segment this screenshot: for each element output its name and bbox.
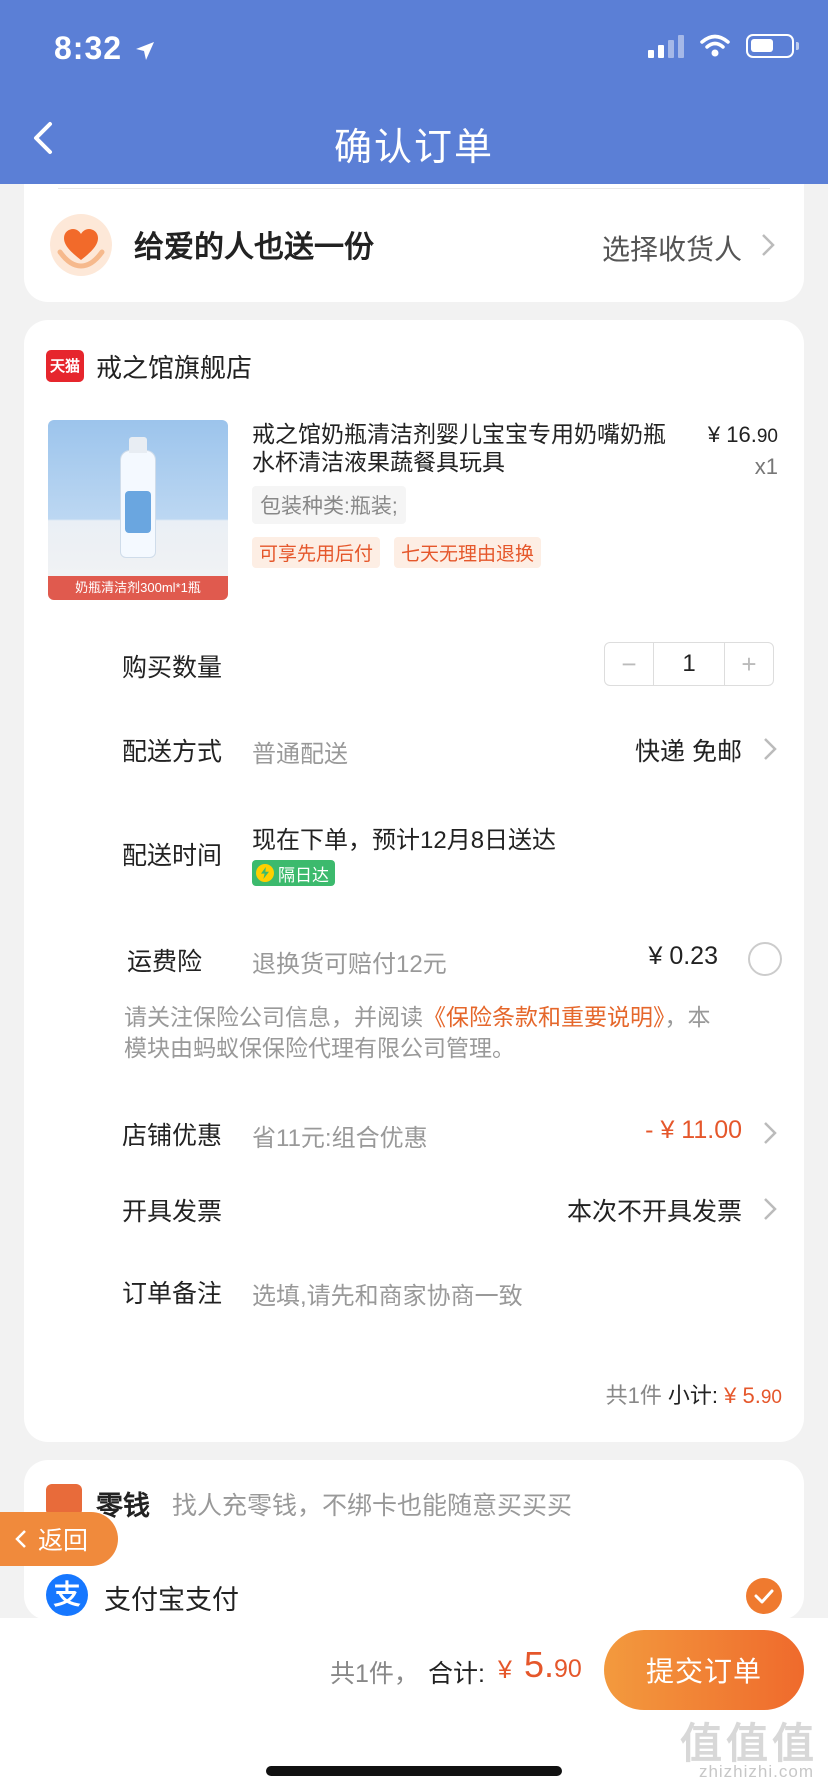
shipping-option[interactable]: 快递 免邮	[635, 732, 742, 768]
floating-back-label: 返回	[38, 1527, 89, 1555]
discount-amount[interactable]: - ¥ 11.00	[645, 1116, 742, 1145]
gift-text: 给爱的人也送一份	[134, 231, 374, 264]
next-day-text: 隔日达	[278, 865, 329, 885]
discount-label: 店铺优惠	[122, 1122, 223, 1150]
chevron-right-icon	[764, 1198, 777, 1220]
chevron-right-icon	[764, 738, 777, 760]
total-amount: 5.90	[524, 1644, 582, 1685]
tmall-logo-icon: 天猫	[46, 350, 84, 382]
subtotal-count: 共1件	[605, 1383, 662, 1408]
heart-hands-icon	[50, 214, 112, 276]
insurance-radio[interactable]	[748, 942, 782, 976]
floating-back-button[interactable]: 返回	[0, 1512, 118, 1566]
select-recipient-link[interactable]: 选择收货人	[602, 228, 742, 268]
submit-order-button[interactable]: 提交订单	[604, 1630, 804, 1710]
chevron-left-icon	[15, 1530, 26, 1548]
check-icon[interactable]	[746, 1578, 782, 1614]
insurance-terms-link[interactable]: 《保险条款和重要说明》	[423, 1004, 665, 1030]
alipay-icon: 支	[46, 1574, 88, 1616]
total-currency: ¥	[498, 1656, 512, 1684]
delivery-time-label: 配送时间	[122, 842, 223, 870]
status-icons	[648, 34, 799, 58]
chevron-right-icon	[762, 234, 775, 256]
alipay-option[interactable]: 支付宝支付	[104, 1578, 239, 1617]
watermark-url: zhizhizhi.com	[698, 1762, 814, 1781]
discount-value: 省11元:组合优惠	[252, 1125, 428, 1152]
page-title: 确认订单	[333, 127, 494, 169]
total-label: 合计:	[428, 1660, 485, 1688]
decrement-button[interactable]: −	[605, 643, 653, 685]
insurance-label: 运费险	[126, 948, 202, 976]
delivery-time-value: 现在下单，预计12月8日送达	[252, 827, 557, 854]
product-image-caption: 奶瓶清洁剂300ml*1瓶	[48, 576, 228, 600]
subtotal: 共1件 小计: ¥ 5.90	[606, 1378, 782, 1410]
insurance-value: 退换货可赔付12元	[252, 951, 447, 978]
shop-name[interactable]: 戒之馆旗舰店	[96, 348, 252, 385]
quantity-label: 购买数量	[122, 654, 223, 682]
invoice-option[interactable]: 本次不开具发票	[567, 1192, 742, 1228]
gift-card[interactable]: 给爱的人也送一份 选择收货人	[24, 184, 804, 302]
invoice-label: 开具发票	[122, 1198, 223, 1226]
quantity-value[interactable]: 1	[653, 643, 725, 685]
next-day-badge: 隔日达	[252, 860, 335, 886]
product-spec: 包装种类:瓶装;	[252, 486, 406, 524]
product-quantity: x1	[754, 454, 778, 479]
subtotal-label: 小计:	[667, 1383, 719, 1408]
remark-label: 订单备注	[122, 1280, 223, 1308]
shipping-value: 普通配送	[252, 741, 348, 768]
quantity-stepper: − 1 +	[604, 642, 774, 686]
chevron-right-icon	[764, 1122, 777, 1144]
divider	[58, 188, 770, 189]
remark-input[interactable]: 选填,请先和商家协商一致	[252, 1276, 523, 1311]
tag-pay-later: 可享先用后付	[252, 537, 381, 568]
notice-text: 请关注保险公司信息，并阅读	[124, 1004, 423, 1030]
subtotal-amount: ¥ 5.90	[724, 1383, 782, 1408]
home-indicator	[266, 1766, 562, 1776]
status-time: 8:32	[54, 30, 156, 67]
cellular-signal-icon	[648, 34, 684, 58]
insurance-notice: 请关注保险公司信息，并阅读《保险条款和重要说明》，本模块由蚂蚁保保险代理有限公司…	[124, 1002, 724, 1064]
increment-button[interactable]: +	[725, 643, 773, 685]
tag-seven-day-return: 七天无理由退换	[394, 537, 542, 568]
order-card: 天猫 戒之馆旗舰店 奶瓶清洁剂300ml*1瓶 戒之馆奶瓶清洁剂婴儿宝宝专用奶嘴…	[24, 320, 804, 1442]
lightning-icon	[256, 864, 274, 882]
battery-icon	[746, 34, 799, 58]
location-arrow-icon	[135, 41, 154, 60]
app-header: 8:32 确认订单	[0, 0, 828, 184]
total-count: 共1件，	[330, 1660, 419, 1688]
product-title[interactable]: 戒之馆奶瓶清洁剂婴儿宝宝专用奶嘴奶瓶水杯清洁液果蔬餐具玩具	[252, 420, 672, 476]
payment-card: 零钱 找人充零钱，不绑卡也能随意买买买 支 支付宝支付	[24, 1460, 804, 1620]
wifi-icon	[700, 34, 730, 57]
product-image[interactable]: 奶瓶清洁剂300ml*1瓶	[48, 420, 228, 600]
wallet-description: 找人充零钱，不绑卡也能随意买买买	[172, 1492, 573, 1520]
bottle-illustration	[120, 437, 156, 558]
insurance-price: ¥ 0.23	[648, 942, 718, 970]
shipping-label: 配送方式	[122, 738, 223, 766]
product-price: ¥ 16.90	[707, 422, 778, 447]
